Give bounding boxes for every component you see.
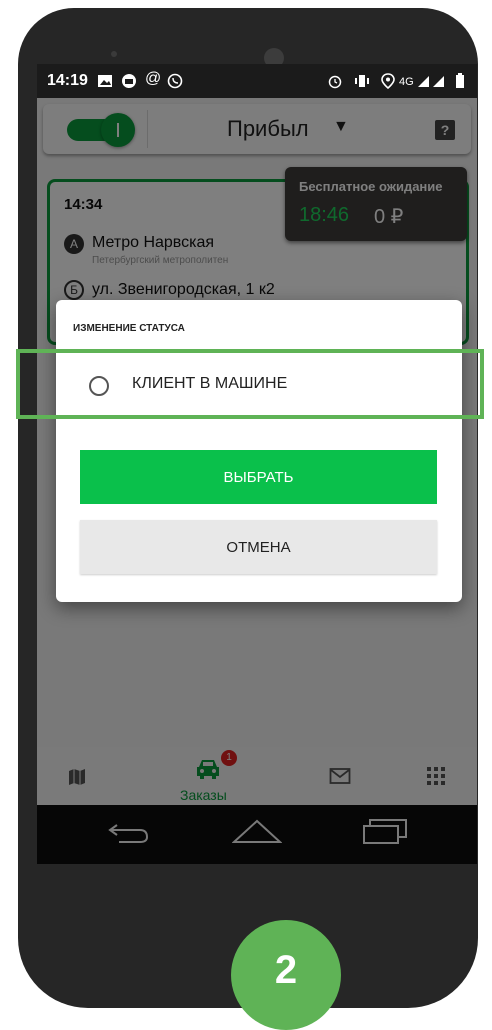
- phone-screen: 14:19 @ 4G Прибыл ▼ ?: [37, 64, 477, 864]
- status-bar: 14:19 @ 4G: [37, 64, 477, 98]
- option-highlight-frame: [16, 349, 484, 419]
- status-change-dialog: ИЗМЕНЕНИЕ СТАТУСА КЛИЕНТ В МАШИНЕ ВЫБРАТ…: [56, 300, 462, 602]
- earpiece-speaker: [111, 51, 117, 57]
- choose-button[interactable]: ВЫБРАТЬ: [80, 450, 437, 504]
- vibrate-icon: [353, 73, 371, 92]
- viber-icon: [167, 73, 183, 92]
- battery-icon: [455, 73, 465, 92]
- location-icon: [381, 73, 395, 92]
- network-type: 4G: [399, 76, 414, 88]
- cancel-button[interactable]: ОТМЕНА: [80, 520, 437, 574]
- at-icon: @: [145, 70, 162, 87]
- dialog-title: ИЗМЕНЕНИЕ СТАТУСА: [73, 323, 185, 334]
- image-icon: [97, 73, 113, 92]
- car-icon: [121, 73, 137, 92]
- alarm-icon: [327, 73, 343, 92]
- step-number-badge: 2: [231, 920, 341, 1030]
- status-time: 14:19: [47, 72, 88, 89]
- signal-4g-icon: [417, 73, 447, 92]
